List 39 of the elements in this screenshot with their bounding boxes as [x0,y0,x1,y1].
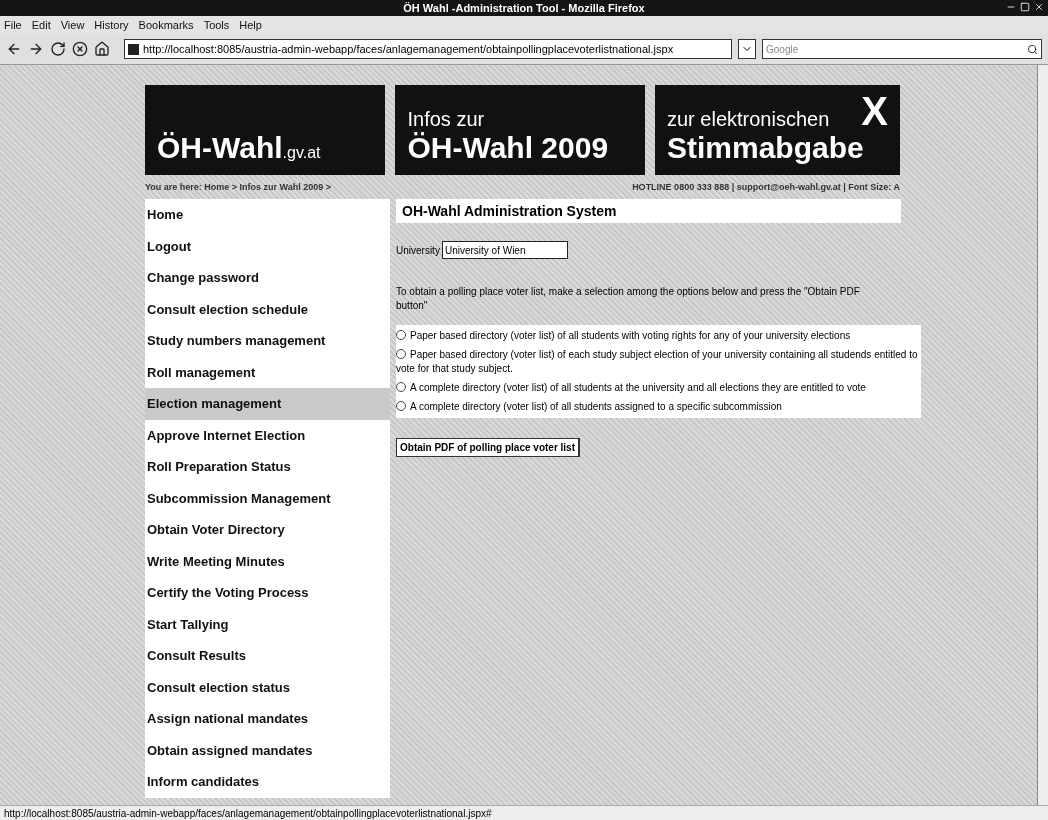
window-title: ÖH Wahl -Administration Tool - Mozilla Firefox [403,2,645,14]
site-icon [128,43,139,55]
menu-item[interactable]: Edit [31,19,51,31]
university-field[interactable]: University of Wien [441,241,568,259]
menu-item[interactable]: File [4,19,22,31]
stop-icon[interactable] [72,41,88,57]
reload-icon[interactable] [50,41,66,57]
logo-text: ÖH-Wahl.gv.at [157,131,322,165]
banner-title: Stimmabgabe [667,131,865,165]
banner-subtitle: zur elektronischen [667,108,830,131]
breadcrumb: You are here: Home > Infos zur Wahl 2009 > [145,182,332,192]
hotline-text: HOTLINE 0800 333 888 | support@oeh-wahl.gv.at | Font Size: A [632,182,900,192]
field-label: University [396,244,440,256]
back-icon[interactable] [6,41,22,57]
dropdown-button[interactable] [738,39,756,59]
cross-mark: X [861,91,888,131]
page-title: OH-Wahl Administration System [396,199,901,223]
home-icon[interactable] [94,41,110,57]
radio-option[interactable]: A complete directory (voter list) of all students assigned to a specific subcommission [396,400,921,414]
search-icon[interactable] [1027,43,1038,55]
radio-option[interactable]: A complete directory (voter list) of all students at the university and all elections they are entitled to vote [396,381,921,395]
menu-item[interactable]: Help [239,19,262,31]
status-bar: http://localhost:8085/austria-admin-webapp/faces/anlagemanagement/obtainpollingplacevoterlistnational.jspx# [0,805,1048,820]
maximize-icon[interactable] [1020,2,1030,12]
forward-icon[interactable] [28,41,44,57]
search-field[interactable]: Google [762,39,1042,59]
address-field[interactable]: http://localhost:8085/austria-admin-webapp/faces/anlagemanagement/obtainpollingplacevoterlistnational.jspx [124,39,732,59]
banner-title: ÖH-Wahl 2009 [407,131,610,165]
close-icon[interactable] [1034,2,1044,12]
sidebar-item[interactable]: Election management [145,388,390,420]
banner-subtitle: Infos zur [407,108,486,131]
menu-item[interactable]: View [60,19,85,31]
menu-item[interactable]: Bookmarks [138,19,194,31]
instruction-text: To obtain a polling place voter list, make a selection among the options below and press the "Obtain PDF button" [396,285,861,313]
menu-item[interactable]: History [94,19,129,31]
radio-option[interactable]: Paper based directory (voter list) of each study subject election of your university containing all studends entitled to vote for that study subject. [396,348,921,376]
radio-option[interactable]: Paper based directory (voter list) of all students with voting rights for any of your university elections [396,329,921,343]
menu-item[interactable]: Tools [203,19,230,31]
obtain-pdf-button[interactable]: Obtain PDF of polling place voter list [396,438,580,457]
